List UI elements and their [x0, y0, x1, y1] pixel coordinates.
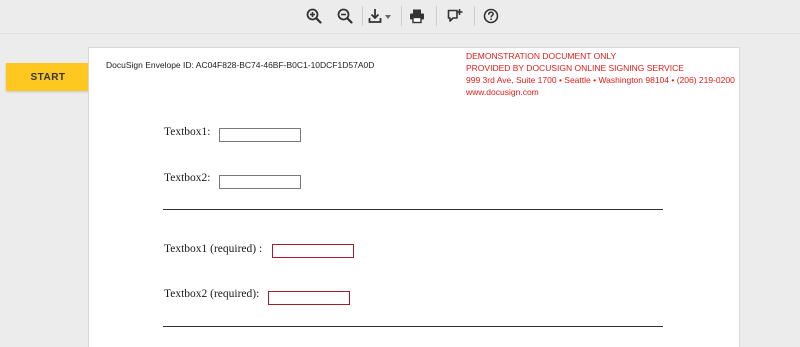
docusign-signing-view: START DocuSign Envelope ID: AC04F828-BC7… [0, 0, 800, 347]
toolbar-divider [436, 6, 437, 26]
divider-line [163, 326, 663, 327]
textbox1-required-label: Textbox1 (required) : [164, 243, 263, 255]
document-page: DocuSign Envelope ID: AC04F828-BC74-46BF… [88, 47, 740, 347]
print-icon [410, 9, 424, 24]
toolbar-divider [474, 6, 475, 26]
textbox1-required-field[interactable] [272, 244, 354, 258]
demo-notice-line: www.docusign.com [466, 87, 539, 97]
zoom-out-button[interactable] [335, 5, 355, 27]
zoom-in-icon [306, 8, 322, 24]
print-button[interactable] [407, 5, 427, 27]
start-button[interactable]: START [6, 63, 90, 91]
textbox2-label: Textbox2: [164, 172, 211, 184]
demo-notice-line: 999 3rd Ave, Suite 1700 • Seattle • Wash… [466, 75, 735, 85]
download-button[interactable] [367, 5, 395, 27]
download-icon [368, 9, 391, 23]
document-toolbar [0, 0, 800, 34]
demonstration-notice: DEMONSTRATION DOCUMENT ONLY PROVIDED BY … [466, 50, 735, 98]
add-comment-button[interactable] [445, 5, 465, 27]
toolbar-divider [362, 6, 363, 26]
textbox1-field[interactable] [219, 128, 301, 142]
help-button[interactable] [481, 5, 501, 27]
help-icon [483, 8, 499, 24]
divider-line [163, 209, 663, 210]
textbox1-label: Textbox1: [164, 126, 211, 138]
zoom-in-button[interactable] [304, 5, 324, 27]
comment-add-icon [447, 9, 463, 22]
envelope-id: DocuSign Envelope ID: AC04F828-BC74-46BF… [106, 60, 375, 70]
textbox2-required-field[interactable] [268, 291, 350, 305]
toolbar-divider [401, 6, 402, 26]
demo-notice-line: DEMONSTRATION DOCUMENT ONLY [466, 51, 617, 61]
textbox2-required-label: Textbox2 (required): [164, 288, 260, 300]
textbox2-field[interactable] [219, 175, 301, 189]
demo-notice-line: PROVIDED BY DOCUSIGN ONLINE SIGNING SERV… [466, 63, 684, 73]
zoom-out-icon [337, 8, 353, 24]
